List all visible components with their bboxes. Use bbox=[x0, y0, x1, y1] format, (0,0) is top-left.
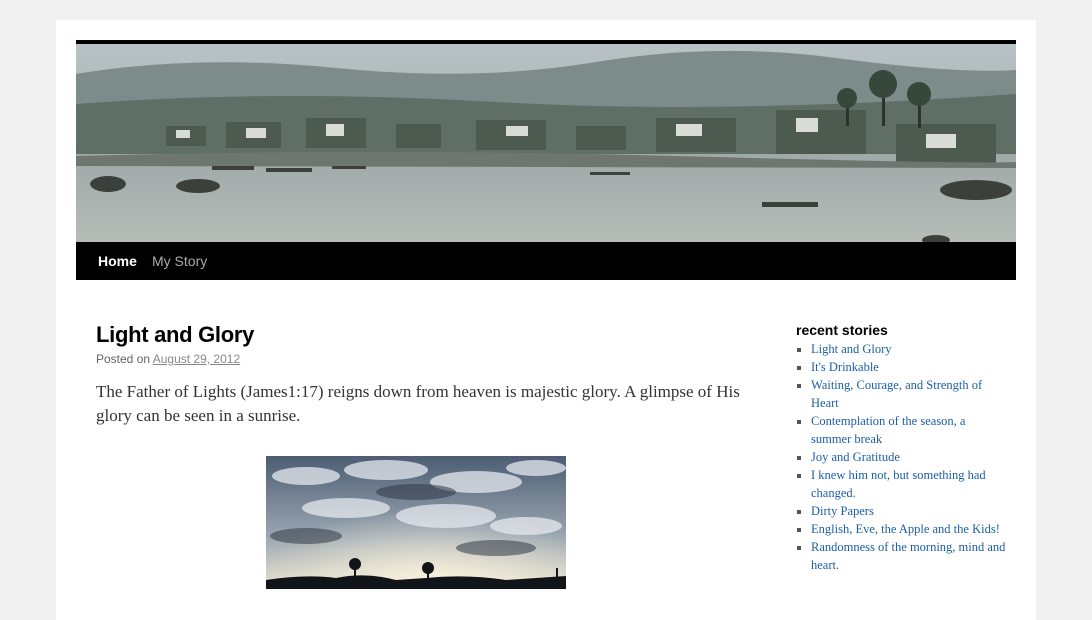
story-link[interactable]: Joy and Gratitude bbox=[811, 450, 900, 464]
list-item: I knew him not, but something had change… bbox=[811, 466, 1006, 502]
story-link[interactable]: English, Eve, the Apple and the Kids! bbox=[811, 522, 1000, 536]
header-banner-image[interactable] bbox=[76, 40, 1016, 246]
nav-item-my-story[interactable]: My Story bbox=[152, 242, 207, 280]
list-item: English, Eve, the Apple and the Kids! bbox=[811, 520, 1006, 538]
story-link[interactable]: Contemplation of the season, a summer br… bbox=[811, 414, 965, 446]
nav-item-home[interactable]: Home bbox=[98, 242, 137, 280]
story-link[interactable]: Light and Glory bbox=[811, 342, 892, 356]
list-item: Randomness of the morning, mind and hear… bbox=[811, 538, 1006, 574]
post-body-text: The Father of Lights (James1:17) reigns … bbox=[96, 382, 740, 425]
list-item: Dirty Papers bbox=[811, 502, 1006, 520]
sidebar: recent stories Light and Glory It's Drin… bbox=[796, 320, 1006, 574]
main-navigation: Home My Story bbox=[76, 242, 1016, 280]
story-link[interactable]: It's Drinkable bbox=[811, 360, 879, 374]
list-item: Contemplation of the season, a summer br… bbox=[811, 412, 1006, 448]
list-item: Joy and Gratitude bbox=[811, 448, 1006, 466]
story-link[interactable]: I knew him not, but something had change… bbox=[811, 468, 986, 500]
recent-stories-list: Light and Glory It's Drinkable Waiting, … bbox=[796, 340, 1006, 574]
list-item: Light and Glory bbox=[811, 340, 1006, 358]
story-link[interactable]: Dirty Papers bbox=[811, 504, 874, 518]
recent-stories-title: recent stories bbox=[796, 322, 888, 338]
page: Home My Story Light and Glory Posted on … bbox=[56, 20, 1036, 620]
posted-on-label: Posted on bbox=[96, 352, 151, 366]
main-content: Light and Glory Posted on August 29, 201… bbox=[96, 320, 740, 589]
story-link[interactable]: Randomness of the morning, mind and hear… bbox=[811, 540, 1005, 572]
story-link[interactable]: Waiting, Courage, and Strength of Heart bbox=[811, 378, 982, 410]
post-meta: Posted on August 29, 2012 bbox=[96, 352, 736, 366]
post-date-link[interactable]: August 29, 2012 bbox=[153, 352, 240, 366]
sunrise-photo[interactable] bbox=[266, 456, 566, 589]
list-item: It's Drinkable bbox=[811, 358, 1006, 376]
list-item: Waiting, Courage, and Strength of Heart bbox=[811, 376, 1006, 412]
post-title[interactable]: Light and Glory bbox=[96, 320, 736, 350]
